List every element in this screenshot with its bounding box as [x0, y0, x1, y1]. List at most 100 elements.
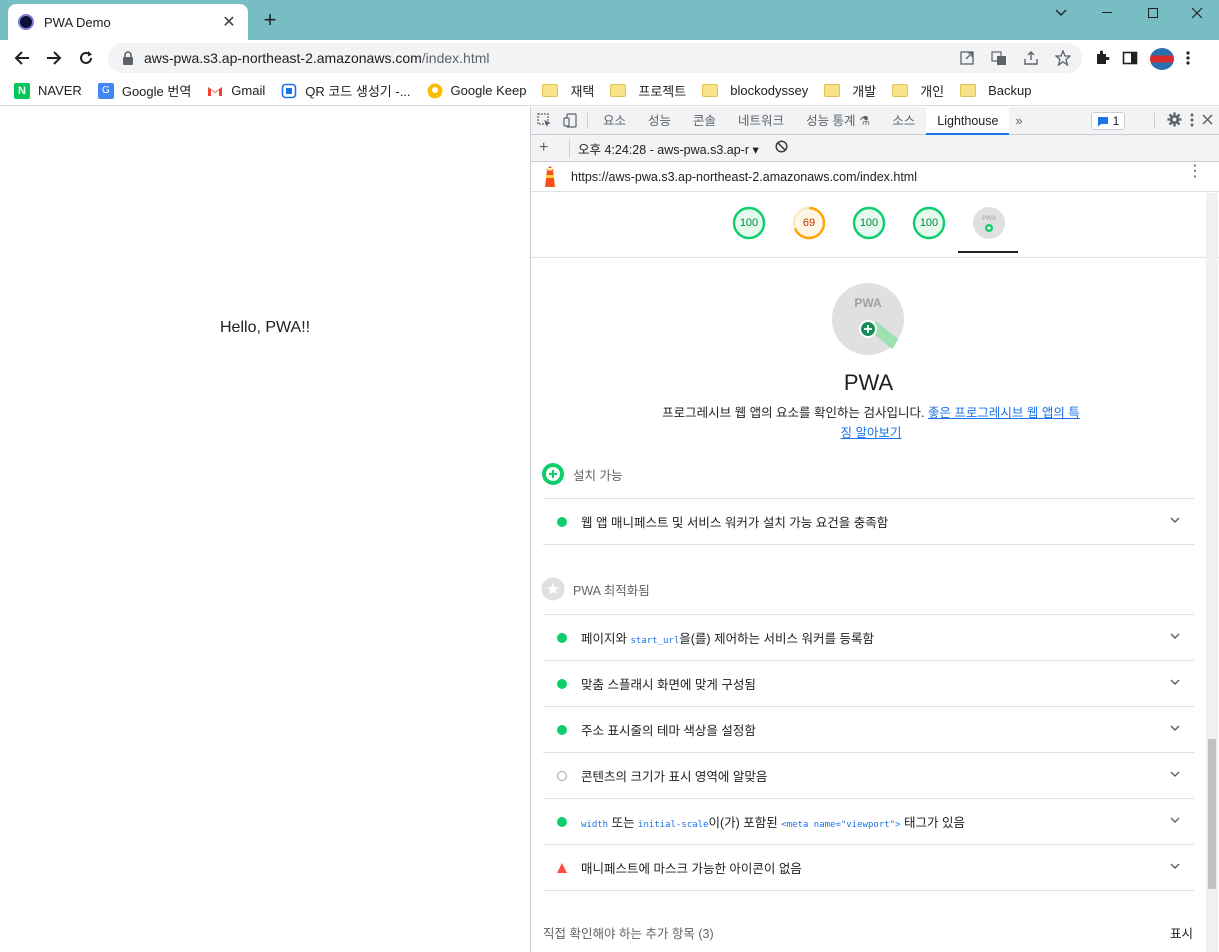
issues-badge[interactable]: 1 — [1091, 112, 1125, 130]
chrome-menu-icon[interactable] — [1186, 50, 1190, 69]
back-button[interactable] — [8, 44, 36, 72]
folder-icon — [702, 84, 719, 97]
divider — [543, 890, 1194, 891]
audit-item[interactable]: 매니페스트에 마스크 가능한 아이콘이 없음 — [543, 844, 1194, 890]
show-manual-button[interactable]: 표시 — [1170, 923, 1193, 942]
report-url: https://aws-pwa.s3.ap-northeast-2.amazon… — [571, 169, 917, 184]
tab-performance[interactable]: 성능 — [637, 107, 682, 135]
chevron-down-icon[interactable] — [1168, 721, 1182, 735]
audit-item[interactable]: 주소 표시줄의 테마 색상을 설정함 — [543, 706, 1194, 752]
svg-text:PWA: PWA — [854, 296, 882, 310]
fail-triangle-icon — [557, 862, 567, 873]
folder-icon — [824, 84, 841, 97]
bookmark-folder-blockodyssey[interactable]: blockodyssey — [702, 83, 808, 98]
audit-item[interactable]: 콘텐츠의 크기가 표시 영역에 알맞음 — [543, 752, 1194, 798]
audit-item[interactable]: 페이지와 start_url을(를) 제어하는 서비스 워커를 등록함 — [543, 614, 1194, 660]
audit-item[interactable]: width 또는 initial-scale이(가) 포함된 <meta nam… — [543, 798, 1194, 844]
bookmark-folder-remote[interactable]: 재택 — [542, 81, 594, 100]
tab-title: PWA Demo — [44, 14, 111, 30]
group-pwa-optimized: PWA 최적화됨 — [541, 577, 650, 601]
maximize-button[interactable] — [1130, 0, 1176, 26]
folder-icon — [892, 84, 909, 97]
tab-divider — [1154, 113, 1155, 129]
bookmark-keep[interactable]: Google Keep — [427, 83, 526, 99]
forward-button[interactable] — [40, 44, 68, 72]
reload-button[interactable] — [72, 44, 100, 72]
bookmark-folder-backup[interactable]: Backup — [960, 83, 1031, 98]
manual-checks-row[interactable]: 직접 확인해야 하는 추가 항목 (3) 표시 — [543, 923, 1193, 942]
score-gauge[interactable]: 100 — [852, 206, 886, 240]
bookmark-folder-project[interactable]: 프로젝트 — [610, 81, 686, 100]
open-in-app-icon[interactable] — [958, 49, 976, 67]
bookmark-star-icon[interactable] — [1054, 49, 1072, 67]
chevron-down-icon[interactable] — [1168, 859, 1182, 873]
tab-performance-insights[interactable]: 성능 통계 ⚗ — [795, 107, 881, 135]
new-report-icon[interactable]: + — [539, 139, 557, 157]
close-window-button[interactable] — [1174, 0, 1219, 26]
tab-search-icon[interactable] — [1038, 0, 1084, 26]
lighthouse-url-bar: https://aws-pwa.s3.ap-northeast-2.amazon… — [531, 162, 1219, 192]
audit-item[interactable]: 맞춤 스플래시 화면에 맞게 구성됨 — [543, 660, 1194, 706]
chevron-down-icon[interactable] — [1168, 767, 1182, 781]
svg-text:PWA: PWA — [982, 216, 995, 222]
scrollbar-thumb[interactable] — [1208, 739, 1216, 889]
installable-icon — [542, 463, 564, 485]
not-applicable-icon — [557, 770, 567, 781]
score-gauges: 100 69 100 100 PWA — [531, 192, 1219, 258]
bookmark-naver[interactable]: N NAVER — [14, 82, 82, 99]
report-menu-icon[interactable]: ⋮ — [1187, 164, 1203, 180]
scrollbar[interactable] — [1206, 193, 1218, 952]
clear-reports-icon[interactable] — [775, 140, 788, 156]
new-tab-button[interactable]: + — [259, 9, 281, 31]
pwa-badge-small[interactable]: PWA — [972, 206, 1006, 240]
device-toolbar-icon[interactable] — [557, 107, 583, 135]
tab-close-icon[interactable]: ✕ — [220, 12, 238, 32]
score-gauge[interactable]: 100 — [912, 206, 946, 240]
browser-toolbar: aws-pwa.s3.ap-northeast-2.amazonaws.com/… — [0, 40, 1219, 76]
browser-tab[interactable]: PWA Demo ✕ — [8, 4, 248, 40]
lock-icon[interactable] — [122, 51, 134, 65]
group-installable: 설치 가능 — [541, 462, 622, 486]
extensions-icon[interactable] — [1094, 50, 1110, 69]
tab-elements[interactable]: 요소 — [592, 107, 637, 135]
profile-avatar[interactable] — [1150, 48, 1174, 70]
audit-item[interactable]: 웹 앱 매니페스트 및 서비스 워커가 설치 가능 요건을 충족함 — [543, 498, 1194, 544]
close-devtools-icon[interactable] — [1202, 114, 1213, 128]
bookmark-google-translate[interactable]: G Google 번역 — [97, 81, 191, 100]
tab-strip: PWA Demo ✕ + — [0, 0, 1219, 40]
tab-console[interactable]: 콘솔 — [682, 107, 727, 135]
chevron-down-icon[interactable] — [1168, 513, 1182, 527]
chevron-down-icon[interactable] — [1168, 629, 1182, 643]
tab-network[interactable]: 네트워크 — [727, 107, 795, 135]
bookmarks-bar: N NAVER G Google 번역 Gmail QR 코드 생성기 -...… — [0, 76, 1219, 106]
inspect-element-icon[interactable] — [531, 107, 557, 135]
devtools-menu-icon[interactable] — [1190, 113, 1194, 130]
address-bar[interactable]: aws-pwa.s3.ap-northeast-2.amazonaws.com/… — [108, 43, 1082, 73]
gmail-icon — [208, 86, 223, 96]
side-panel-icon[interactable] — [1122, 50, 1138, 69]
divider — [543, 544, 1194, 545]
chevron-down-icon[interactable] — [1168, 675, 1182, 689]
bookmark-folder-personal[interactable]: 개인 — [892, 81, 944, 100]
page-viewport: Hello, PWA!! — [0, 107, 530, 952]
tab-lighthouse[interactable]: Lighthouse — [926, 106, 1010, 135]
score-gauge[interactable]: 69 — [792, 206, 826, 240]
pwa-badge-icon: PWA — [832, 283, 904, 355]
bookmark-qr[interactable]: QR 코드 생성기 -... — [281, 81, 411, 100]
chevron-down-icon[interactable] — [1168, 813, 1182, 827]
share-icon[interactable] — [1022, 49, 1040, 67]
more-tabs-icon[interactable]: » — [1009, 107, 1028, 135]
score-gauge[interactable]: 100 — [732, 206, 766, 240]
settings-gear-icon[interactable] — [1167, 112, 1182, 130]
pass-icon — [557, 516, 567, 527]
report-selector[interactable]: 오후 4:24:28 - aws-pwa.s3.ap-r ▾ — [569, 138, 759, 158]
devtools-panel: 요소 성능 콘솔 네트워크 성능 통계 ⚗ 소스 Lighthouse » 1 … — [530, 106, 1219, 952]
translate-icon[interactable] — [990, 49, 1008, 67]
tab-sources[interactable]: 소스 — [881, 107, 926, 135]
bookmark-folder-dev[interactable]: 개발 — [824, 81, 876, 100]
tab-divider — [587, 112, 588, 129]
minimize-button[interactable] — [1084, 0, 1130, 26]
category-title: PWA — [843, 370, 894, 395]
pass-icon — [557, 816, 567, 827]
bookmark-gmail[interactable]: Gmail — [207, 83, 265, 99]
